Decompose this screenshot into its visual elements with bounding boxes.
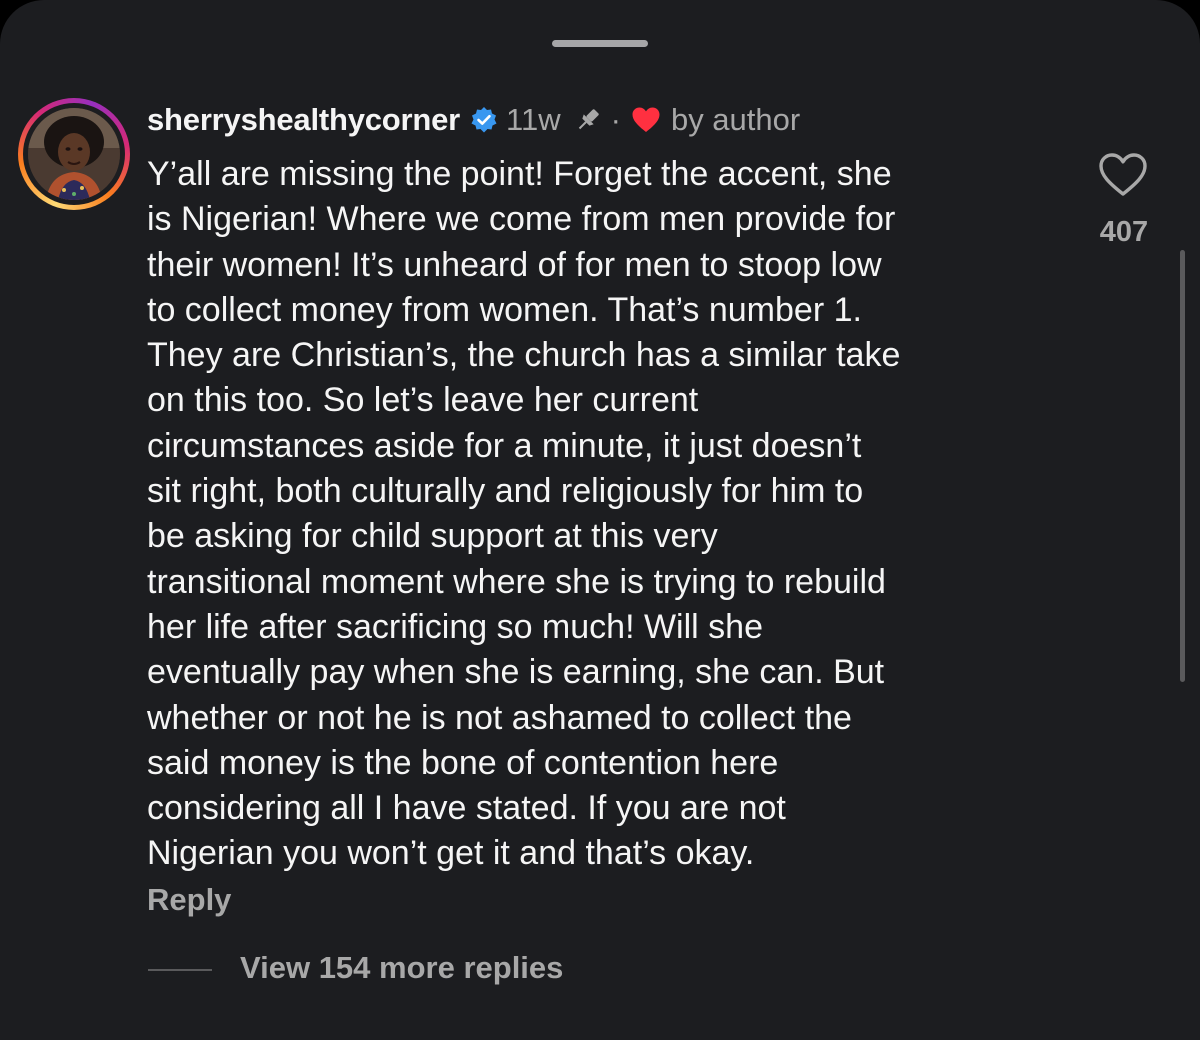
comment-text-line: sit right, both culturally and religious… <box>147 472 864 511</box>
meta-separator: · <box>610 102 621 137</box>
pin-icon <box>573 105 603 135</box>
like-button[interactable] <box>1098 152 1148 198</box>
comment-text-line: considering all I have stated. If you ar… <box>147 789 786 828</box>
comment-text-line: circumstances aside for a minute, it jus… <box>147 426 862 465</box>
like-count: 407 <box>1099 216 1149 248</box>
avatar-story-ring[interactable] <box>18 98 130 210</box>
scrollbar[interactable] <box>1180 250 1185 682</box>
username-link[interactable]: sherryshealthycorner <box>147 102 460 138</box>
comments-sheet: sherryshealthycorner 11w · by author Y’a… <box>0 0 1200 1040</box>
heart-outline-icon <box>1099 153 1147 196</box>
avatar-photo-image <box>28 108 120 200</box>
comment-text-line: Y’all are missing the point! Forget the … <box>147 155 892 193</box>
comment-text-line: to collect money from women. That’s numb… <box>147 290 862 329</box>
comment-text-line: whether or not he is not ashamed to coll… <box>147 698 852 737</box>
comment-text-line: be asking for child support at this very <box>147 517 718 556</box>
avatar-ring-gap <box>23 103 125 205</box>
comment-text-line: They are Christian’s, the church has a s… <box>147 336 901 375</box>
comment-text-line: on this too. So let’s leave her current <box>147 381 699 420</box>
view-more-replies-button[interactable]: View 154 more replies <box>240 950 563 986</box>
comment-text: Y’all are missing the point! Forget the … <box>147 152 1062 877</box>
comment-text-line: said money is the bone of contention her… <box>147 743 779 782</box>
comment-text-line: eventually pay when she is earning, she … <box>147 653 885 692</box>
replies-divider <box>148 969 212 971</box>
verified-badge-icon <box>470 106 498 134</box>
comment-text-line: her life after sacrificing so much! Will… <box>147 607 763 646</box>
liked-by-author-label: by author <box>670 102 801 137</box>
red-heart-icon <box>631 106 661 134</box>
sheet-drag-handle[interactable] <box>552 40 648 47</box>
comment-text-line: transitional moment where she is trying … <box>147 562 886 601</box>
avatar[interactable] <box>28 108 120 200</box>
comment-text-line: is Nigerian! Where we come from men prov… <box>147 200 896 239</box>
comment-text-line: their women! It’s unheard of for men to … <box>147 245 882 284</box>
reply-button[interactable]: Reply <box>147 882 231 918</box>
comment-text-line: Nigerian you won’t get it and that’s oka… <box>147 834 755 873</box>
comment-header: sherryshealthycorner 11w · by author <box>147 100 800 140</box>
comment-age: 11w <box>506 102 561 137</box>
